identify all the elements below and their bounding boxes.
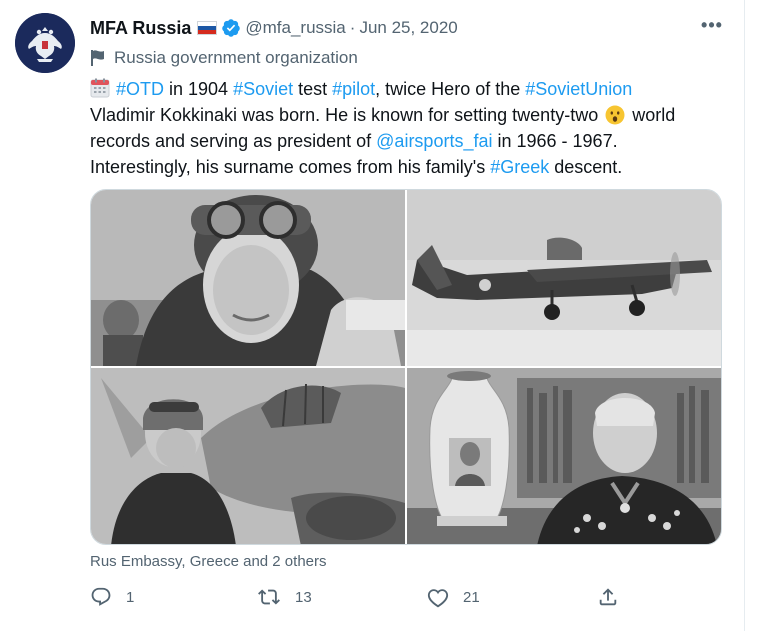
hashtag-pilot[interactable]: #pilot: [332, 79, 375, 99]
header-separator: ·: [349, 18, 356, 37]
media-grid: [90, 189, 722, 545]
photo-pilot-portrait[interactable]: [91, 190, 405, 366]
retweet-icon: [258, 589, 280, 605]
tweet-header: MFA Russia @mfa_russia · Jun 25, 2020: [90, 16, 458, 40]
tweet-text-line-1: #OTD in 1904 #Soviet test #pilot, twice …: [90, 76, 730, 102]
photo-elderly-pilot[interactable]: [407, 368, 721, 544]
retweet-button[interactable]: 13: [257, 586, 312, 608]
reply-button[interactable]: 1: [90, 586, 134, 608]
text-span: descent.: [549, 157, 623, 177]
tagged-people[interactable]: Rus Embassy, Greece and 2 others: [90, 553, 327, 570]
verified-badge-icon: [222, 19, 241, 37]
russia-flag-icon: [197, 21, 218, 35]
retweet-count: 13: [295, 588, 312, 606]
text-span: in 1904: [164, 79, 234, 99]
photo-aircraft[interactable]: [407, 190, 721, 366]
like-button[interactable]: 21: [427, 586, 480, 608]
mention-airsports-fai[interactable]: @airsports_fai: [376, 131, 492, 151]
like-count: 21: [463, 588, 480, 606]
hashtag-greek[interactable]: #Greek: [490, 157, 549, 177]
author-name[interactable]: MFA Russia: [90, 18, 191, 39]
surprised-face-emoji-icon: [605, 105, 625, 125]
column-border: [744, 0, 745, 631]
more-options-button[interactable]: •••: [700, 15, 724, 35]
tweet-text: #OTD in 1904 #Soviet test #pilot, twice …: [90, 76, 730, 180]
hashtag-otd[interactable]: #OTD: [116, 79, 164, 99]
tweet-actions: 1 13 21: [90, 586, 730, 614]
hashtag-soviet[interactable]: #Soviet: [233, 79, 293, 99]
share-icon: [599, 588, 617, 606]
share-button[interactable]: [597, 586, 619, 608]
tweet-date[interactable]: Jun 25, 2020: [359, 18, 457, 38]
text-span: , twice Hero of the: [375, 79, 526, 99]
text-span: world: [627, 105, 676, 125]
text-span: in 1966 - 1967.: [492, 131, 618, 151]
text-span: Interestingly, his surname comes from hi…: [90, 157, 491, 177]
text-span: records and serving as president of: [90, 131, 377, 151]
org-label: Russia government organization: [90, 48, 358, 68]
tweet[interactable]: MFA Russia @mfa_russia · Jun 25, 2020 ••…: [0, 0, 744, 631]
text-span: test: [293, 79, 333, 99]
coat-of-arms-icon: [15, 13, 75, 73]
avatar[interactable]: [15, 13, 75, 73]
photo-pilot-bomber[interactable]: [91, 368, 405, 544]
more-icon: •••: [701, 15, 723, 35]
tweet-text-line-4: Interestingly, his surname comes from hi…: [90, 154, 730, 180]
hashtag-sovietunion[interactable]: #SovietUnion: [525, 79, 632, 99]
reply-icon: [91, 587, 111, 606]
heart-icon: [427, 589, 449, 608]
org-label-text: Russia government organization: [114, 48, 358, 67]
tweet-text-line-3: records and serving as president of @air…: [90, 128, 730, 154]
tweet-text-line-2: Vladimir Kokkinaki was born. He is known…: [90, 102, 730, 128]
author-handle[interactable]: @mfa_russia: [245, 18, 345, 38]
reply-count: 1: [126, 588, 135, 606]
government-flag-icon: [91, 50, 104, 66]
calendar-emoji-icon: [90, 78, 110, 98]
text-span: Vladimir Kokkinaki was born. He is known…: [90, 105, 604, 125]
